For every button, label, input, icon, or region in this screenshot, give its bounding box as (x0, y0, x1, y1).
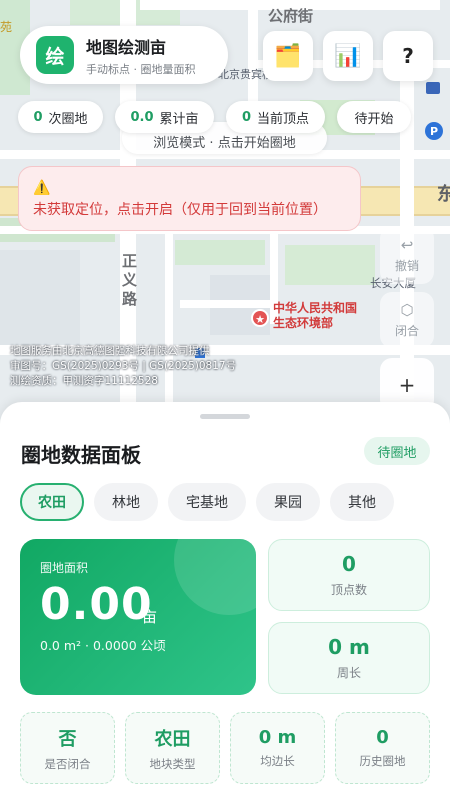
map-edge-label-right: 东 (437, 184, 450, 205)
stats-button[interactable]: 📊 (323, 31, 373, 81)
undo-button[interactable]: ↩ 撤销 (380, 226, 434, 284)
help-button[interactable]: ? (383, 31, 433, 81)
land-type-chip-forest[interactable]: 林地 (94, 483, 158, 521)
data-panel-sheet: 圈地数据面板 待圈地 农田 林地 宅基地 果园 其他 圈地面积 0.00 亩 0… (0, 402, 450, 800)
map-attribution: 地图服务由北京高德图强科技有限公司提供 审图号：GS(2025)0293号 | … (10, 344, 236, 389)
total-mu-pill: 0.0 累计亩 (115, 101, 214, 133)
location-alert-text: 未获取定位，点击开启（仅用于回到当前位置） (33, 202, 327, 218)
close-shape-label: 闭合 (394, 324, 419, 338)
vertex-count-value: 0 (241, 109, 252, 125)
plus-icon: + (398, 373, 416, 397)
area-value: 0.00 (40, 579, 153, 630)
vertices-label: 顶点数 (330, 583, 367, 597)
attribution-line: 审图号：GS(2025)0293号 | GS(2025)0817号 (10, 360, 237, 372)
state-pill: 待开始 (337, 101, 411, 133)
avg-edge-value: 0 m (258, 727, 297, 748)
attribution-line: 地图服务由北京高德图强科技有限公司提供 (10, 345, 210, 357)
attribution-line: 测绘资质：甲测资字11112528 (10, 375, 158, 387)
location-alert[interactable]: ⚠️ 未获取定位，点击开启（仅用于回到当前位置） (18, 166, 361, 231)
app-logo-icon: 绘 (36, 36, 74, 74)
chart-icon: 📊 (334, 43, 362, 69)
area-unit: 亩 (142, 608, 158, 626)
land-type-chip-other[interactable]: 其他 (330, 483, 394, 521)
perimeter-label: 周长 (336, 666, 361, 680)
history-card: 0 历史圈地 (335, 712, 430, 784)
plots-count-pill: 0 次圈地 (18, 101, 103, 133)
map-street-label: 公府街 (268, 7, 314, 25)
plots-count-label: 次圈地 (48, 111, 88, 127)
poi-name-line2: 生态环境部 (273, 316, 334, 330)
closed-label: 是否闭合 (44, 756, 91, 771)
closed-status-card: 否 是否闭合 (20, 712, 115, 784)
land-type-value: 农田 (154, 728, 191, 750)
vertices-card: 0 顶点数 (268, 539, 430, 611)
app-brand-card: 绘 地图绘测亩 手动标点 · 圈地量面积 (20, 26, 228, 84)
total-mu-value: 0.0 (130, 109, 154, 125)
poi-pin-icon[interactable]: ★ (251, 309, 269, 327)
closed-value: 否 (58, 728, 77, 750)
land-type-chip-farmland[interactable]: 农田 (20, 483, 84, 521)
folder-button[interactable]: 🗂️ (263, 31, 313, 81)
undo-icon: ↩ (400, 236, 414, 254)
total-mu-label: 累计亩 (159, 111, 199, 127)
poi-name-line1: 中华人民共和国 (273, 301, 358, 315)
close-shape-button[interactable]: ⬡ 闭合 (380, 292, 434, 348)
perimeter-card: 0 m 周长 (268, 622, 430, 694)
state-label: 待开始 (354, 111, 394, 127)
status-badge: 待圈地 (364, 437, 430, 465)
panel-title: 圈地数据面板 (21, 443, 141, 467)
svg-text:P: P (430, 125, 438, 138)
history-value: 0 (376, 727, 389, 748)
decorative-circle (174, 539, 256, 615)
sheet-drag-handle[interactable] (200, 414, 250, 419)
app-title: 地图绘测亩 (86, 37, 167, 57)
vertex-count-label: 当前顶点 (257, 111, 310, 127)
area-subtext: 0.0 m² · 0.0000 公顷 (40, 638, 166, 653)
map-edge-label-left: 苑 (0, 20, 13, 34)
land-type-label: 地块类型 (149, 756, 196, 771)
undo-label: 撤销 (394, 259, 419, 273)
folder-icon: 🗂️ (274, 43, 302, 69)
plots-count-value: 0 (33, 109, 43, 125)
history-label: 历史圈地 (359, 754, 406, 768)
land-type-card: 农田 地块类型 (125, 712, 220, 784)
area-label: 圈地面积 (40, 561, 89, 575)
perimeter-value: 0 m (328, 635, 370, 659)
vertices-value: 0 (342, 552, 356, 576)
map-street-label-vertical: 正义路 (122, 252, 138, 308)
avg-edge-label: 均边长 (260, 754, 295, 768)
land-type-chip-homestead[interactable]: 宅基地 (168, 483, 246, 521)
warning-icon: ⚠️ (33, 180, 51, 196)
vertex-count-pill: 0 当前顶点 (226, 101, 325, 133)
area-summary-card: 圈地面积 0.00 亩 0.0 m² · 0.0000 公顷 (20, 539, 256, 695)
avg-edge-card: 0 m 均边长 (230, 712, 325, 784)
polygon-icon: ⬡ (400, 301, 414, 319)
poi-label[interactable]: 中华人民共和国 生态环境部 (273, 301, 357, 331)
help-icon: ? (402, 44, 414, 68)
land-type-chip-orchard[interactable]: 果园 (256, 483, 320, 521)
app-subtitle: 手动标点 · 圈地量面积 (86, 62, 196, 76)
